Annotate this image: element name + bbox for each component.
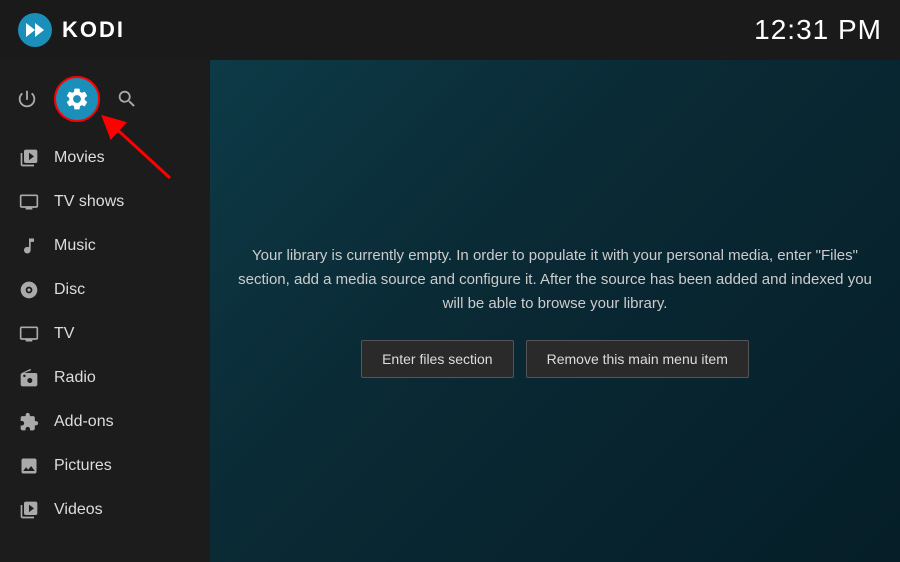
sidebar-nav: Movies TV shows Music: [0, 136, 210, 532]
header: KODI 12:31 PM: [0, 0, 900, 60]
pictures-icon: [18, 455, 40, 477]
addons-icon: [18, 411, 40, 433]
content-area: Your library is currently empty. In orde…: [210, 60, 900, 562]
addons-label: Add-ons: [54, 413, 114, 431]
library-message: Your library is currently empty. In orde…: [235, 244, 875, 316]
sidebar-item-addons[interactable]: Add-ons: [0, 400, 210, 444]
sidebar-item-music[interactable]: Music: [0, 224, 210, 268]
clock: 12:31 PM: [754, 14, 882, 46]
sidebar-item-movies[interactable]: Movies: [0, 136, 210, 180]
app-title: KODI: [62, 17, 125, 43]
sidebar: Movies TV shows Music: [0, 60, 210, 562]
music-label: Music: [54, 237, 96, 255]
main-layout: Movies TV shows Music: [0, 60, 900, 562]
sidebar-item-disc[interactable]: Disc: [0, 268, 210, 312]
settings-button[interactable]: [54, 76, 100, 122]
videos-label: Videos: [54, 501, 103, 519]
tv-icon: [18, 323, 40, 345]
action-buttons: Enter files section Remove this main men…: [235, 340, 875, 378]
movies-label: Movies: [54, 149, 105, 167]
content-inner: Your library is currently empty. In orde…: [235, 244, 875, 378]
radio-label: Radio: [54, 369, 96, 387]
music-icon: [18, 235, 40, 257]
search-button[interactable]: [116, 88, 138, 110]
sidebar-item-radio[interactable]: Radio: [0, 356, 210, 400]
enter-files-button[interactable]: Enter files section: [361, 340, 514, 378]
sidebar-top-icons: [0, 70, 210, 136]
remove-menu-item-button[interactable]: Remove this main menu item: [526, 340, 749, 378]
disc-icon: [18, 279, 40, 301]
videos-icon: [18, 499, 40, 521]
movies-icon: [18, 147, 40, 169]
header-left: KODI: [18, 13, 125, 47]
power-button[interactable]: [16, 88, 38, 110]
tvshows-label: TV shows: [54, 193, 124, 211]
tvshows-icon: [18, 191, 40, 213]
tv-label: TV: [54, 325, 74, 343]
disc-label: Disc: [54, 281, 85, 299]
kodi-logo-icon: [18, 13, 52, 47]
radio-icon: [18, 367, 40, 389]
sidebar-item-tv[interactable]: TV: [0, 312, 210, 356]
sidebar-item-pictures[interactable]: Pictures: [0, 444, 210, 488]
pictures-label: Pictures: [54, 457, 112, 475]
sidebar-item-videos[interactable]: Videos: [0, 488, 210, 532]
sidebar-item-tvshows[interactable]: TV shows: [0, 180, 210, 224]
